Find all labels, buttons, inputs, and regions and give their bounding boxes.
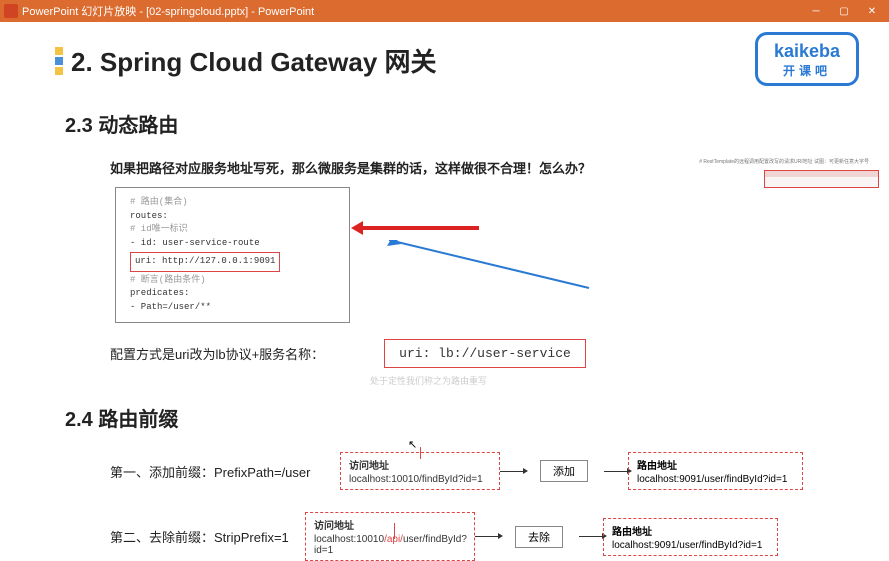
close-button[interactable]: ✕ [859,2,885,20]
maximize-button[interactable]: ▢ [831,2,857,20]
flow-line-icon [604,471,628,472]
prefix-row-2-label: 第二、去除前缀：StripPrefix=1 [110,527,305,546]
blue-arrow-icon [379,240,579,290]
brand-logo: kaikeba 开课吧 [755,32,859,86]
powerpoint-icon [4,4,18,18]
flow-line-icon [579,536,603,537]
heading-text: 2. Spring Cloud Gateway 网关 [71,42,437,79]
row2-dst-title: 路由地址 [612,523,769,538]
code-line-2: routes: [130,210,335,224]
row1-action-button: 添加 [540,460,588,482]
row1-dst-box: 路由地址 localhost:9091/user/findById?id=1 [628,452,803,490]
section-2-4-title: 2.4 路由前缀 [65,403,834,432]
mini-caption-label: # RestTemplate的远程调用配置改写的请求URI地址 试图：可更新任意… [699,158,869,165]
minimize-button[interactable]: ─ [803,2,829,20]
heading-accent-icon [55,47,63,75]
slide-canvas: kaikeba 开课吧 # RestTemplate的远程调用配置改写的请求UR… [0,22,889,500]
row1-src-url: localhost:10010/findById?id=1 [349,474,491,485]
row1-src-title: 访问地址 [349,457,491,472]
row2-src-title: 访问地址 [314,517,466,532]
row1-dst-url: localhost:9091/user/findById?id=1 [637,474,794,485]
window-title: PowerPoint 幻灯片放映 - [02-springcloud.pptx]… [22,3,314,19]
section-2-3-title: 2.3 动态路由 [65,109,834,138]
faded-text: 处于定性我们称之为路由重写 [370,374,834,387]
logo-main-text: kaikeba [774,41,840,62]
mini-screenshot [764,170,879,188]
slide-heading: 2. Spring Cloud Gateway 网关 [55,42,834,79]
row1-src-box: 访问地址 localhost:10010/findById?id=1 [340,452,500,490]
titlebar-left: PowerPoint 幻灯片放映 - [02-springcloud.pptx]… [4,3,803,19]
section-2-3: 2.3 动态路由 如果把路径对应服务地址写死，那么微服务是集群的话，这样做很不合… [55,109,834,387]
code-line-5: # 断言(路由条件) [130,274,335,288]
config-row: 配置方式是uri改为lb协议+服务名称： uri: lb://user-serv… [110,339,834,368]
row2-dst-url: localhost:9091/user/findById?id=1 [612,540,769,551]
row1-dst-title: 路由地址 [637,457,794,472]
row2-action-button: 去除 [515,526,563,548]
section-2-4: 2.4 路由前缀 第一、添加前缀：PrefixPath=/user 访问地址 l… [55,403,834,561]
config-label: 配置方式是uri改为lb协议+服务名称： [110,344,324,363]
prefix-row-1-label: 第一、添加前缀：PrefixPath=/user [110,462,340,481]
flow-line-icon [500,471,524,472]
row2-src-url: localhost:10010/api/user/findById?id=1 [314,534,466,556]
window-titlebar: PowerPoint 幻灯片放映 - [02-springcloud.pptx]… [0,0,889,22]
code-line-6: predicates: [130,287,335,301]
code-uri-line: uri: http://127.0.0.1:9091 [130,252,280,272]
code-line-4: - id: user-service-route [130,237,335,251]
row2-dst-box: 路由地址 localhost:9091/user/findById?id=1 [603,518,778,556]
code-line-1: # 路由(集合) [130,196,335,210]
yaml-codebox: # 路由(集合) routes: # id唯一标识 - id: user-ser… [115,187,350,323]
logo-sub-text: 开课吧 [774,62,840,79]
prefix-row-1: 第一、添加前缀：PrefixPath=/user 访问地址 localhost:… [110,452,834,490]
code-line-7: - Path=/user/** [130,301,335,315]
red-arrow-icon [359,223,489,233]
prefix-row-2: 第二、去除前缀：StripPrefix=1 访问地址 localhost:100… [110,512,834,561]
config-value-box: uri: lb://user-service [384,339,586,368]
code-line-3: # id唯一标识 [130,223,335,237]
flow-line-icon [475,536,499,537]
row2-src-box: 访问地址 localhost:10010/api/user/findById?i… [305,512,475,561]
window-controls: ─ ▢ ✕ [803,2,885,20]
cursor-icon: ↖ [408,438,417,451]
